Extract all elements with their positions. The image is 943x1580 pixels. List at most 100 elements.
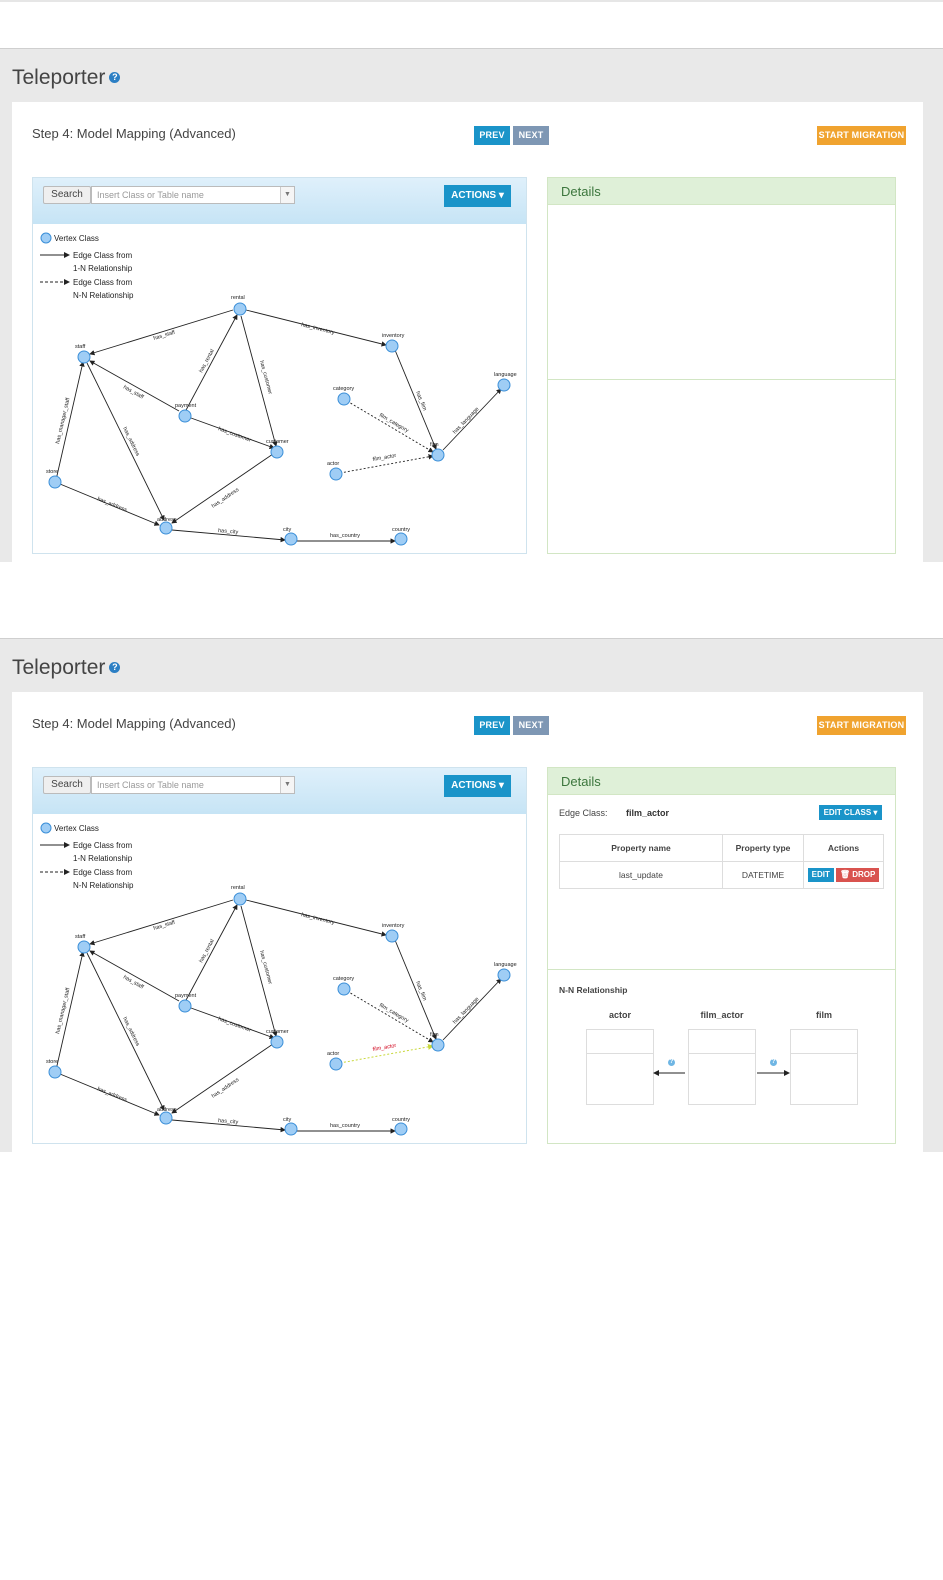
edit-property-button[interactable]: EDIT — [807, 868, 834, 882]
edge-class-label: Edge Class: — [559, 808, 608, 818]
graph-node[interactable] — [77, 940, 91, 954]
graph-edge[interactable] — [89, 309, 234, 356]
graph-edge[interactable] — [184, 314, 238, 413]
chevron-down-icon[interactable]: ▼ — [280, 777, 294, 793]
graph-canvas[interactable]: Vertex Class Edge Class from 1-N Relatio… — [33, 224, 526, 554]
graph-node[interactable] — [337, 392, 351, 406]
details-divider — [548, 379, 895, 380]
graph-edge[interactable] — [89, 360, 180, 412]
prev-button[interactable]: PREV — [474, 716, 510, 735]
graph-node[interactable] — [270, 445, 284, 459]
graph-node[interactable] — [431, 1038, 445, 1052]
help-icon[interactable]: ? — [109, 71, 121, 83]
chevron-down-icon[interactable]: ▼ — [280, 187, 294, 203]
graph-canvas[interactable]: Vertex Class Edge Class from 1-N Relatio… — [33, 814, 526, 1144]
graph-node[interactable] — [159, 1111, 173, 1125]
graph-node-label: city — [283, 1117, 292, 1123]
details-panel: Details Edge Class: film_actor EDIT CLAS… — [547, 767, 896, 1144]
graph-node[interactable] — [48, 475, 62, 489]
search-input[interactable]: Insert Class or Table name ▼ — [91, 186, 295, 204]
details-header: Details — [548, 178, 895, 205]
graph-node[interactable] — [329, 1057, 343, 1071]
graph-node[interactable] — [385, 339, 399, 353]
graph-edge[interactable] — [394, 349, 437, 450]
search-button[interactable]: Search — [43, 776, 91, 794]
column-header: Property type — [722, 834, 804, 862]
nn-from-label: actor — [608, 1010, 631, 1020]
graph-edge[interactable] — [171, 1043, 274, 1114]
nn-from-card[interactable] — [586, 1029, 654, 1105]
graph-edge[interactable] — [171, 453, 274, 524]
search-input[interactable]: Insert Class or Table name ▼ — [91, 776, 295, 794]
graph-node[interactable] — [385, 929, 399, 943]
nn-to-label: film — [815, 1010, 832, 1020]
graph-node[interactable] — [270, 1035, 284, 1049]
details-header: Details — [548, 768, 895, 795]
card-divider — [689, 1053, 755, 1054]
main-panel: Step 4: Model Mapping (Advanced) PREV NE… — [12, 102, 923, 563]
prev-button[interactable]: PREV — [474, 126, 510, 145]
graph-edge[interactable] — [89, 899, 234, 946]
graph-node-label: actor — [327, 461, 339, 467]
graph-node-label: staff — [75, 344, 86, 350]
nn-mid-card[interactable] — [688, 1029, 756, 1105]
graph-node[interactable] — [497, 968, 511, 982]
graph-edge[interactable] — [240, 905, 278, 1037]
search-placeholder: Insert Class or Table name — [97, 780, 204, 790]
graph-node[interactable] — [159, 521, 173, 535]
legend-vertex-text: Vertex Class — [54, 234, 99, 243]
graph-node-label: rental — [231, 295, 245, 301]
graph-node-label: film — [430, 1032, 439, 1038]
main-panel: Step 4: Model Mapping (Advanced) PREV NE… — [12, 692, 923, 1153]
graph-edge[interactable] — [240, 315, 278, 447]
page-title-text: Teleporter — [12, 66, 106, 89]
search-button[interactable]: Search — [43, 186, 91, 204]
graph-node-label: payment — [175, 403, 197, 409]
graph-node-label: city — [283, 527, 292, 533]
graph-edge-label: film_category — [378, 413, 410, 435]
actions-label: ACTIONS — [451, 190, 497, 201]
help-icon[interactable]: ? — [770, 1059, 777, 1066]
graph-edge[interactable] — [184, 904, 238, 1003]
next-button[interactable]: NEXT — [513, 716, 549, 735]
graph-node-label: staff — [75, 934, 86, 940]
graph-node[interactable] — [233, 892, 247, 906]
graph-node[interactable] — [48, 1065, 62, 1079]
edit-class-button[interactable]: EDIT CLASS ▾ — [819, 805, 882, 820]
graph-edge[interactable] — [346, 990, 434, 1043]
graph-node[interactable] — [337, 982, 351, 996]
graph-edge[interactable] — [394, 939, 437, 1040]
graph-edge[interactable] — [89, 950, 180, 1002]
graph-node[interactable] — [284, 532, 298, 546]
start-migration-button[interactable]: START MIGRATION — [817, 126, 906, 145]
help-icon[interactable]: ? — [109, 661, 121, 673]
teleporter-screen-1: Teleporter? Step 4: Model Mapping (Advan… — [0, 48, 943, 563]
graph-edge[interactable] — [442, 388, 502, 451]
card-divider — [587, 1053, 653, 1054]
help-icon[interactable]: ? — [668, 1059, 675, 1066]
graph-node[interactable] — [329, 467, 343, 481]
graph-node[interactable] — [77, 350, 91, 364]
graph-edge-label-selected: film_actor — [372, 1043, 397, 1053]
graph-node[interactable] — [178, 409, 192, 423]
drop-property-button[interactable]: 🗑 DROP — [835, 868, 880, 882]
graph-node[interactable] — [431, 448, 445, 462]
graph-edge[interactable] — [442, 978, 502, 1041]
graph-node-label: country — [392, 527, 410, 533]
graph-node[interactable] — [497, 378, 511, 392]
graph-node[interactable] — [233, 302, 247, 316]
next-button[interactable]: NEXT — [513, 126, 549, 145]
nn-to-card[interactable] — [790, 1029, 858, 1105]
actions-button[interactable]: ACTIONS ▾ — [444, 185, 511, 207]
graph-node[interactable] — [178, 999, 192, 1013]
edit-class-label: EDIT CLASS — [823, 808, 872, 817]
graph-node-label: address — [157, 1107, 177, 1113]
start-migration-button[interactable]: START MIGRATION — [817, 716, 906, 735]
graph-node[interactable] — [284, 1122, 298, 1136]
actions-button[interactable]: ACTIONS ▾ — [444, 775, 511, 797]
graph-node[interactable] — [394, 532, 408, 546]
graph-edge[interactable] — [346, 400, 434, 453]
legend-1n-text-2: 1-N Relationship — [73, 264, 133, 273]
graph-edge-label: film_actor — [372, 453, 397, 463]
graph-node[interactable] — [394, 1122, 408, 1136]
